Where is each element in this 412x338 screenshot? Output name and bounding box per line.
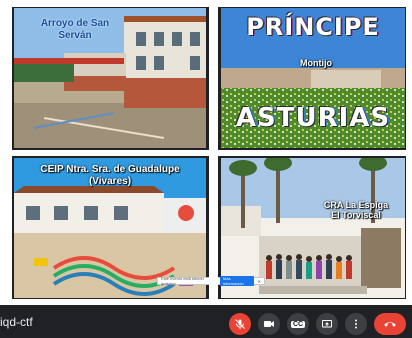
camera-toggle-button[interactable] xyxy=(258,313,280,335)
grid-divider-horizontal xyxy=(0,150,412,156)
tile-label-line2: (Vivares) xyxy=(88,175,132,187)
recording-notice-text: Este evento está siendo grabado xyxy=(161,276,204,286)
montijo-label: Montijo xyxy=(300,58,332,68)
video-tile-montijo[interactable]: PRÍNCIPE Montijo ASTURIAS xyxy=(221,8,405,148)
grid-border-right xyxy=(406,0,412,305)
tile-label-line2: Serván xyxy=(58,29,92,41)
grid-border-left xyxy=(0,0,12,305)
camera-icon xyxy=(264,321,274,327)
meeting-control-bar: iqd-ctf CC xyxy=(0,305,412,338)
video-grid: Arroyo de San Serván PRÍNCIPE Montijo AS… xyxy=(0,0,412,338)
mic-off-icon xyxy=(235,319,245,329)
video-tile-arroyo[interactable]: Arroyo de San Serván xyxy=(14,8,206,148)
dismiss-notice-button[interactable]: ✕ xyxy=(258,279,261,284)
more-info-button[interactable]: Más información xyxy=(220,276,254,286)
tile-label-line2: El Torviscal xyxy=(331,210,381,221)
phone-hangup-icon xyxy=(384,322,396,327)
more-vert-icon xyxy=(355,319,357,329)
principe-banner: PRÍNCIPE xyxy=(227,13,399,42)
tile-label-line1: CRA La Espiga xyxy=(323,200,389,210)
grid-border-top xyxy=(0,0,412,7)
meeting-code: iqd-ctf xyxy=(0,315,33,329)
microphone-toggle-button[interactable] xyxy=(229,313,251,335)
captions-icon: CC xyxy=(290,320,306,328)
present-screen-button[interactable] xyxy=(316,313,338,335)
more-options-button[interactable] xyxy=(345,313,367,335)
present-icon xyxy=(322,320,332,328)
asturias-banner: ASTURIAS xyxy=(227,103,399,134)
principe-text: PRÍNCIPE xyxy=(246,13,380,41)
captions-button[interactable]: CC xyxy=(287,313,309,335)
asturias-text: ASTURIAS xyxy=(235,103,391,133)
tile-label-line1: CEIP Ntra. Sra. de Guadalupe xyxy=(40,164,180,175)
leave-call-button[interactable] xyxy=(374,313,406,335)
tile-label-line1: Arroyo de San xyxy=(40,18,110,29)
